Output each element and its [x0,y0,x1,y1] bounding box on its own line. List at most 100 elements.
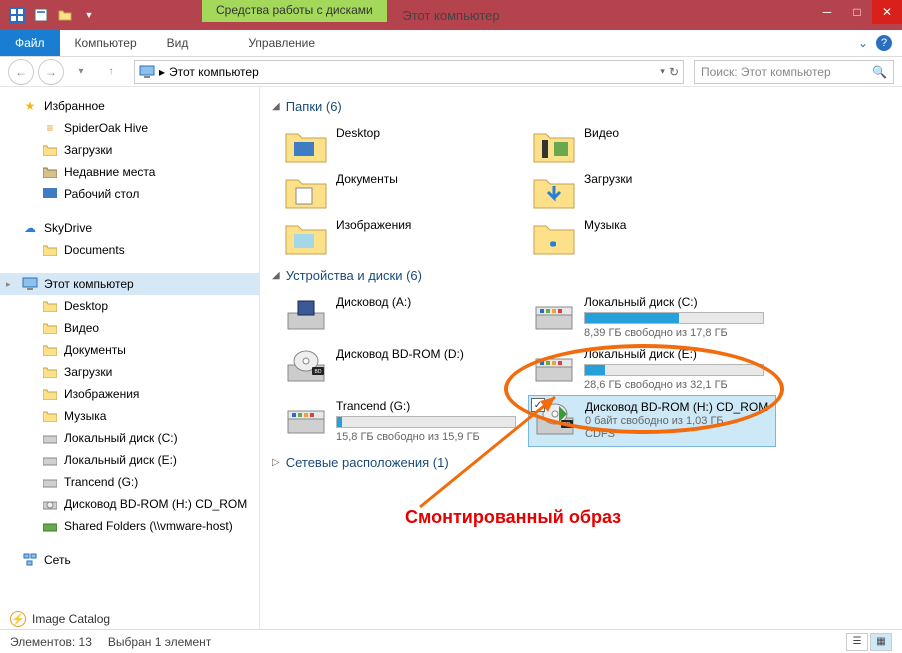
nav-downloads[interactable]: Загрузки [0,139,259,161]
svg-text:BD: BD [564,422,571,428]
nav-desktop[interactable]: Рабочий стол [0,183,259,205]
address-bar[interactable]: ▸ Этот компьютер ▾ ↻ [134,60,684,84]
drive-subtext: 15,8 ГБ свободно из 15,9 ГБ [336,431,524,443]
drive-subtext: 28,6 ГБ свободно из 32,1 ГБ [584,379,772,391]
titlebar: ▼ Средства работы с дисками Этот компьют… [0,0,902,30]
network-icon [22,552,38,568]
minimize-button[interactable]: ─ [812,0,842,24]
search-input[interactable]: Поиск: Этот компьютер 🔍 [694,60,894,84]
collapse-icon: ◢ [272,101,280,112]
nav-pc-downloads[interactable]: Загрузки [0,361,259,383]
folder-item[interactable]: Изображения [280,214,528,260]
drive-icon: BD [284,347,328,385]
annotation-label: Смонтированный образ [405,507,621,528]
folder-label: Документы [336,172,524,186]
qat-dropdown-icon[interactable]: ▼ [80,6,98,24]
nav-thispc[interactable]: ▸ Этот компьютер [0,273,259,295]
search-icon: 🔍 [872,65,887,79]
view-details-button[interactable]: ☰ [846,633,868,651]
qat-new-folder-icon[interactable] [56,6,74,24]
nav-documents-sky[interactable]: Documents [0,239,259,261]
nav-recent[interactable]: Недавние места [0,161,259,183]
svg-text:BD: BD [315,369,322,375]
drive-item[interactable]: Trancend (G:)15,8 ГБ свободно из 15,9 ГБ [280,395,528,447]
drive-icon [284,295,328,333]
tab-computer[interactable]: Компьютер [60,30,152,56]
nav-pc-drive-e[interactable]: Локальный диск (E:) [0,449,259,471]
nav-pc-shared[interactable]: Shared Folders (\\vmware-host) [0,515,259,537]
folder-icon [532,172,576,210]
view-tiles-button[interactable]: ▦ [870,633,892,651]
window-title: Этот компьютер [402,8,499,23]
folder-icon [42,242,58,258]
folder-icon [42,298,58,314]
section-folders[interactable]: ◢ Папки (6) [272,99,890,114]
maximize-button[interactable]: □ [842,0,872,24]
forward-button[interactable]: → [38,59,64,85]
drive-subtext: 0 байт свободно из 1,03 ГБ [585,415,771,427]
tab-view[interactable]: Вид [152,30,204,56]
pc-icon [139,65,155,79]
nav-network[interactable]: Сеть [0,549,259,571]
star-icon: ★ [22,98,38,114]
drive-item[interactable]: Дисковод (A:) [280,291,528,343]
image-catalog-badge: ⚡ Image Catalog [10,611,110,627]
pc-icon [22,276,38,292]
recent-locations-button[interactable]: ▾ [68,59,94,85]
nav-pc-music[interactable]: Музыка [0,405,259,427]
ribbon-expand-icon[interactable]: ⌄ [858,36,868,50]
tab-manage[interactable]: Управление [233,30,330,56]
help-icon[interactable]: ? [876,35,892,51]
folder-item[interactable]: Видео [528,122,776,168]
drive-icon [42,430,58,446]
refresh-icon[interactable]: ↻ [669,65,679,79]
section-drives[interactable]: ◢ Устройства и диски (6) [272,268,890,283]
folder-icon [532,218,576,256]
folder-item[interactable]: Документы [280,168,528,214]
up-button[interactable]: ↑ [98,59,124,85]
drive-icon [284,399,328,437]
desktop-icon [42,186,58,202]
nav-pc-videos[interactable]: Видео [0,317,259,339]
nav-pc-drive-c[interactable]: Локальный диск (C:) [0,427,259,449]
nav-spideroak[interactable]: ≡SpiderOak Hive [0,117,259,139]
drive-label: Дисковод (A:) [336,295,524,309]
folder-label: Музыка [584,218,772,232]
address-dropdown-icon[interactable]: ▾ [660,66,665,77]
status-selected: Выбран 1 элемент [108,635,211,649]
drive-item[interactable]: Локальный диск (E:)28,6 ГБ свободно из 3… [528,343,776,395]
folder-item[interactable]: Загрузки [528,168,776,214]
network-folder-icon [42,518,58,534]
bolt-icon: ⚡ [10,611,26,627]
qat-properties-icon[interactable] [32,6,50,24]
nav-skydrive[interactable]: ☁SkyDrive [0,217,259,239]
checkbox-icon[interactable]: ✓ [531,398,545,412]
folder-item[interactable]: Музыка [528,214,776,260]
back-button[interactable]: ← [8,59,34,85]
nav-pc-documents[interactable]: Документы [0,339,259,361]
nav-pc-drive-h[interactable]: Дисковод BD-ROM (H:) CD_ROM [0,493,259,515]
nav-pc-images[interactable]: Изображения [0,383,259,405]
drive-item[interactable]: ✓BDДисковод BD-ROM (H:) CD_ROM0 байт сво… [528,395,776,447]
tab-file[interactable]: Файл [0,30,60,56]
drive-item[interactable]: Локальный диск (C:)8,39 ГБ свободно из 1… [528,291,776,343]
status-count: Элементов: 13 [10,635,92,649]
nav-pc-drive-g[interactable]: Trancend (G:) [0,471,259,493]
close-button[interactable]: ✕ [872,0,902,24]
folder-icon [42,342,58,358]
drive-label: Локальный диск (C:) [584,295,772,309]
drive-item[interactable]: BDДисковод BD-ROM (D:) [280,343,528,395]
collapse-icon: ◢ [272,270,280,281]
storage-bar [584,312,764,324]
drive-fs: CDFS [585,428,771,440]
nav-favorites[interactable]: ★ Избранное [0,95,259,117]
contextual-tab-header: Средства работы с дисками [202,0,387,22]
app-icon [8,6,26,24]
section-netloc[interactable]: ▷ Сетевые расположения (1) [272,455,890,470]
folder-icon [42,320,58,336]
breadcrumb-current[interactable]: Этот компьютер [169,65,259,79]
expand-icon[interactable]: ▸ [6,279,11,290]
folder-item[interactable]: Desktop [280,122,528,168]
nav-pc-desktop[interactable]: Desktop [0,295,259,317]
window-controls: ─ □ ✕ [812,0,902,24]
